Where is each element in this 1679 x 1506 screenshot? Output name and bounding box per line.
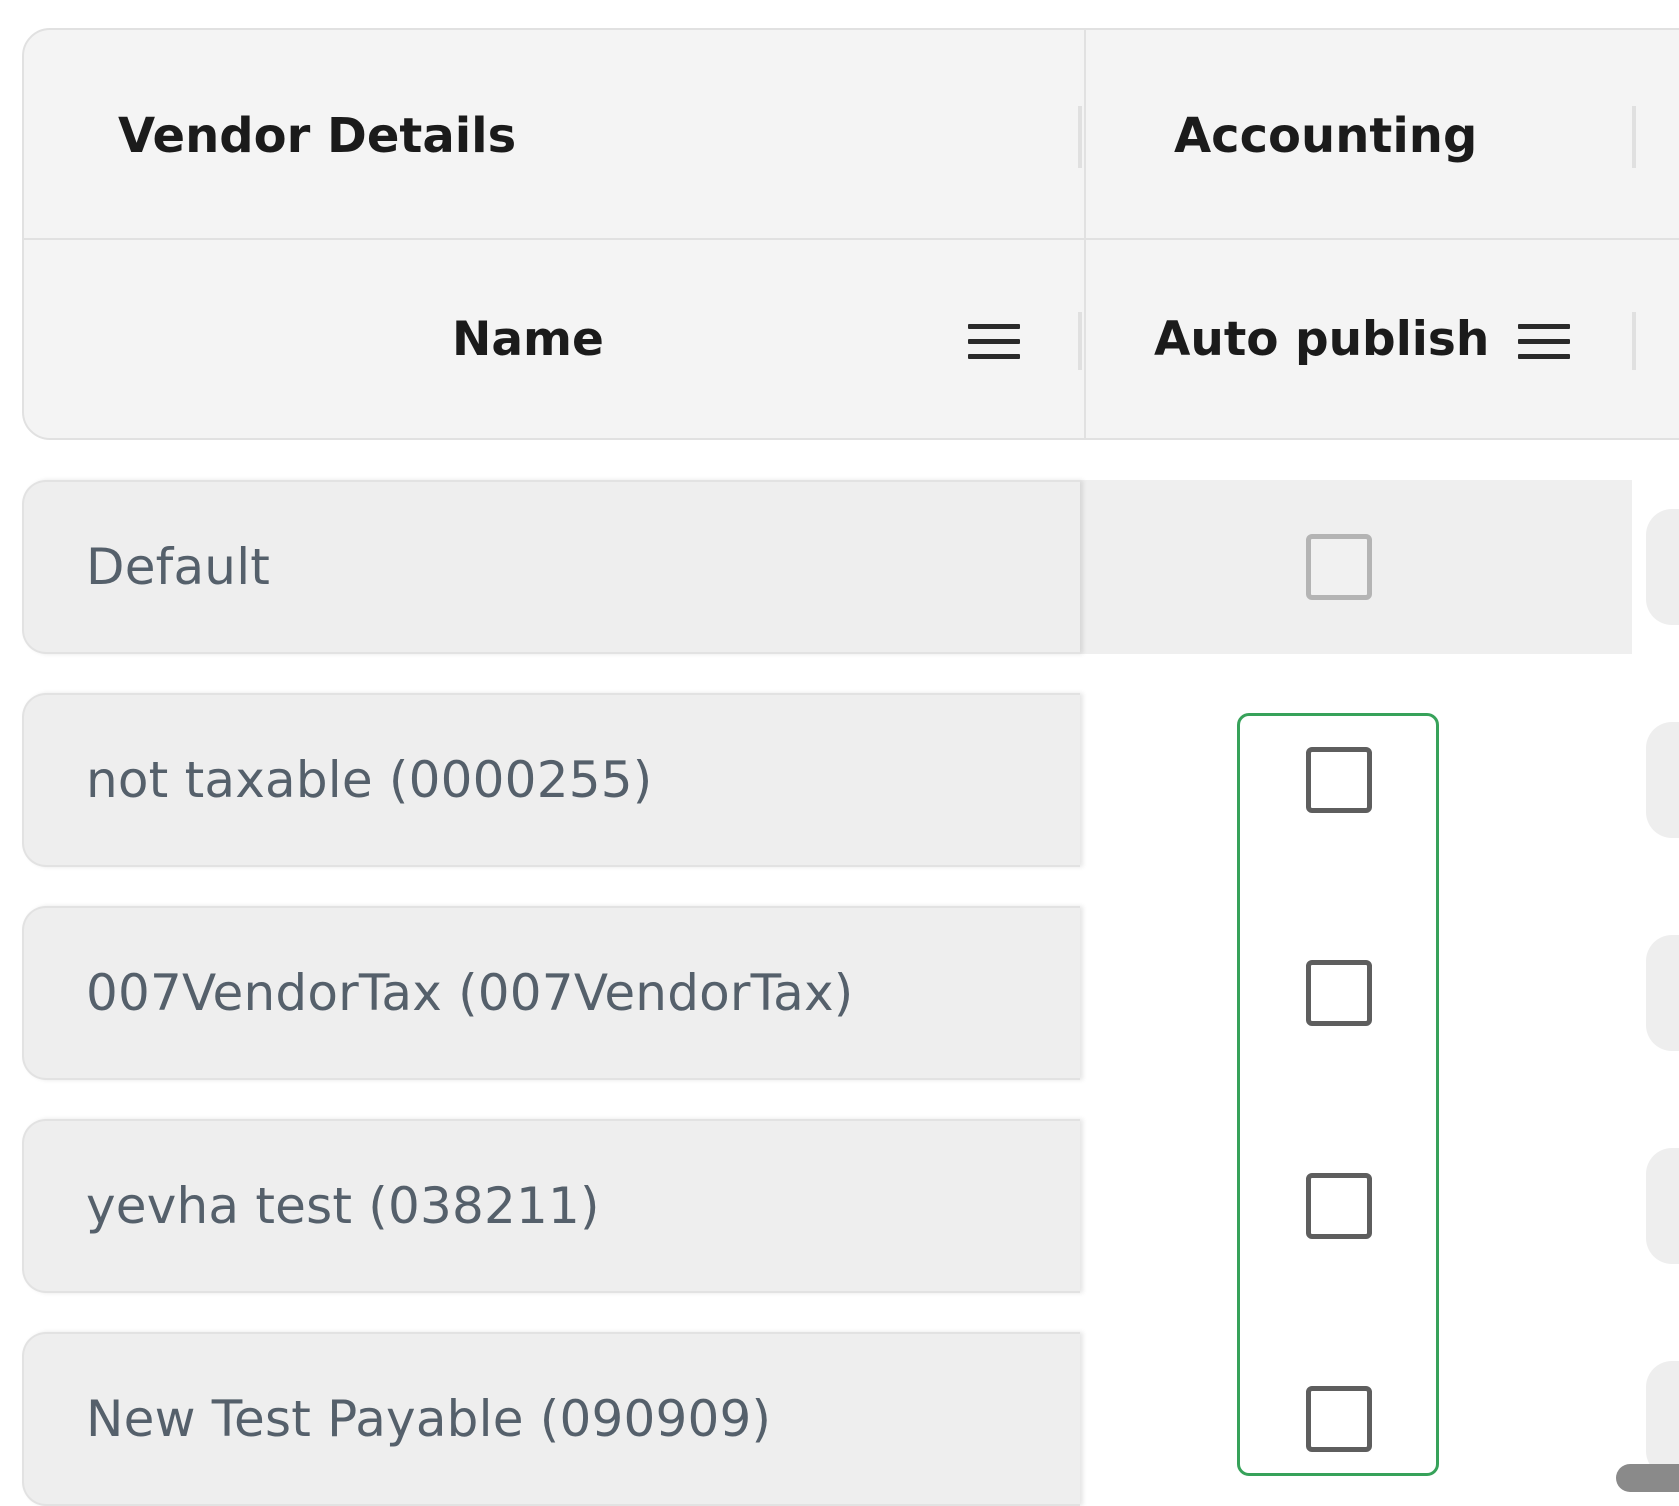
auto-publish-checkbox[interactable] — [1306, 1386, 1372, 1452]
group-header-vendor-details: Vendor Details — [118, 108, 517, 164]
vendor-name: New Test Payable (090909) — [86, 1390, 772, 1448]
name-cell[interactable]: not taxable (0000255) — [22, 693, 1080, 867]
column-resize-handle[interactable] — [1632, 312, 1636, 370]
name-cell[interactable]: yevha test (038211) — [22, 1119, 1080, 1293]
vendor-name: yevha test (038211) — [86, 1177, 600, 1235]
auto-publish-checkbox — [1306, 534, 1372, 600]
column-resize-handle[interactable] — [1078, 106, 1082, 168]
column-menu-icon[interactable] — [1518, 324, 1570, 360]
next-column-cell[interactable] — [1646, 935, 1679, 1051]
table-row: Default — [0, 480, 1679, 654]
column-header-auto-publish[interactable]: Auto publish — [1154, 312, 1489, 367]
auto-publish-checkbox[interactable] — [1306, 1173, 1372, 1239]
name-cell[interactable]: Default — [22, 480, 1080, 654]
horizontal-scrollbar[interactable] — [1616, 1464, 1679, 1492]
header-divider — [24, 238, 1679, 240]
vendor-name: 007VendorTax (007VendorTax) — [86, 964, 854, 1022]
column-header-name[interactable]: Name — [452, 312, 604, 367]
next-column-cell[interactable] — [1646, 1361, 1679, 1477]
next-column-cell[interactable] — [1646, 722, 1679, 838]
table-row: not taxable (0000255) — [0, 693, 1679, 867]
next-column-cell[interactable] — [1646, 509, 1679, 625]
vendor-name: not taxable (0000255) — [86, 751, 653, 809]
column-resize-handle[interactable] — [1078, 312, 1082, 370]
column-resize-handle[interactable] — [1632, 106, 1636, 168]
grid-header: Vendor Details Accounting Name Auto publ… — [22, 28, 1679, 440]
table-row: 007VendorTax (007VendorTax) — [0, 906, 1679, 1080]
column-divider — [1084, 30, 1086, 438]
vendor-name: Default — [86, 538, 271, 596]
auto-publish-checkbox[interactable] — [1306, 747, 1372, 813]
next-column-cell[interactable] — [1646, 1148, 1679, 1264]
name-cell[interactable]: 007VendorTax (007VendorTax) — [22, 906, 1080, 1080]
table-row: yevha test (038211) — [0, 1119, 1679, 1293]
column-menu-icon[interactable] — [968, 324, 1020, 360]
name-cell[interactable]: New Test Payable (090909) — [22, 1332, 1080, 1506]
group-header-accounting: Accounting — [1174, 108, 1478, 164]
auto-publish-checkbox[interactable] — [1306, 960, 1372, 1026]
table-row: New Test Payable (090909) — [0, 1332, 1679, 1506]
